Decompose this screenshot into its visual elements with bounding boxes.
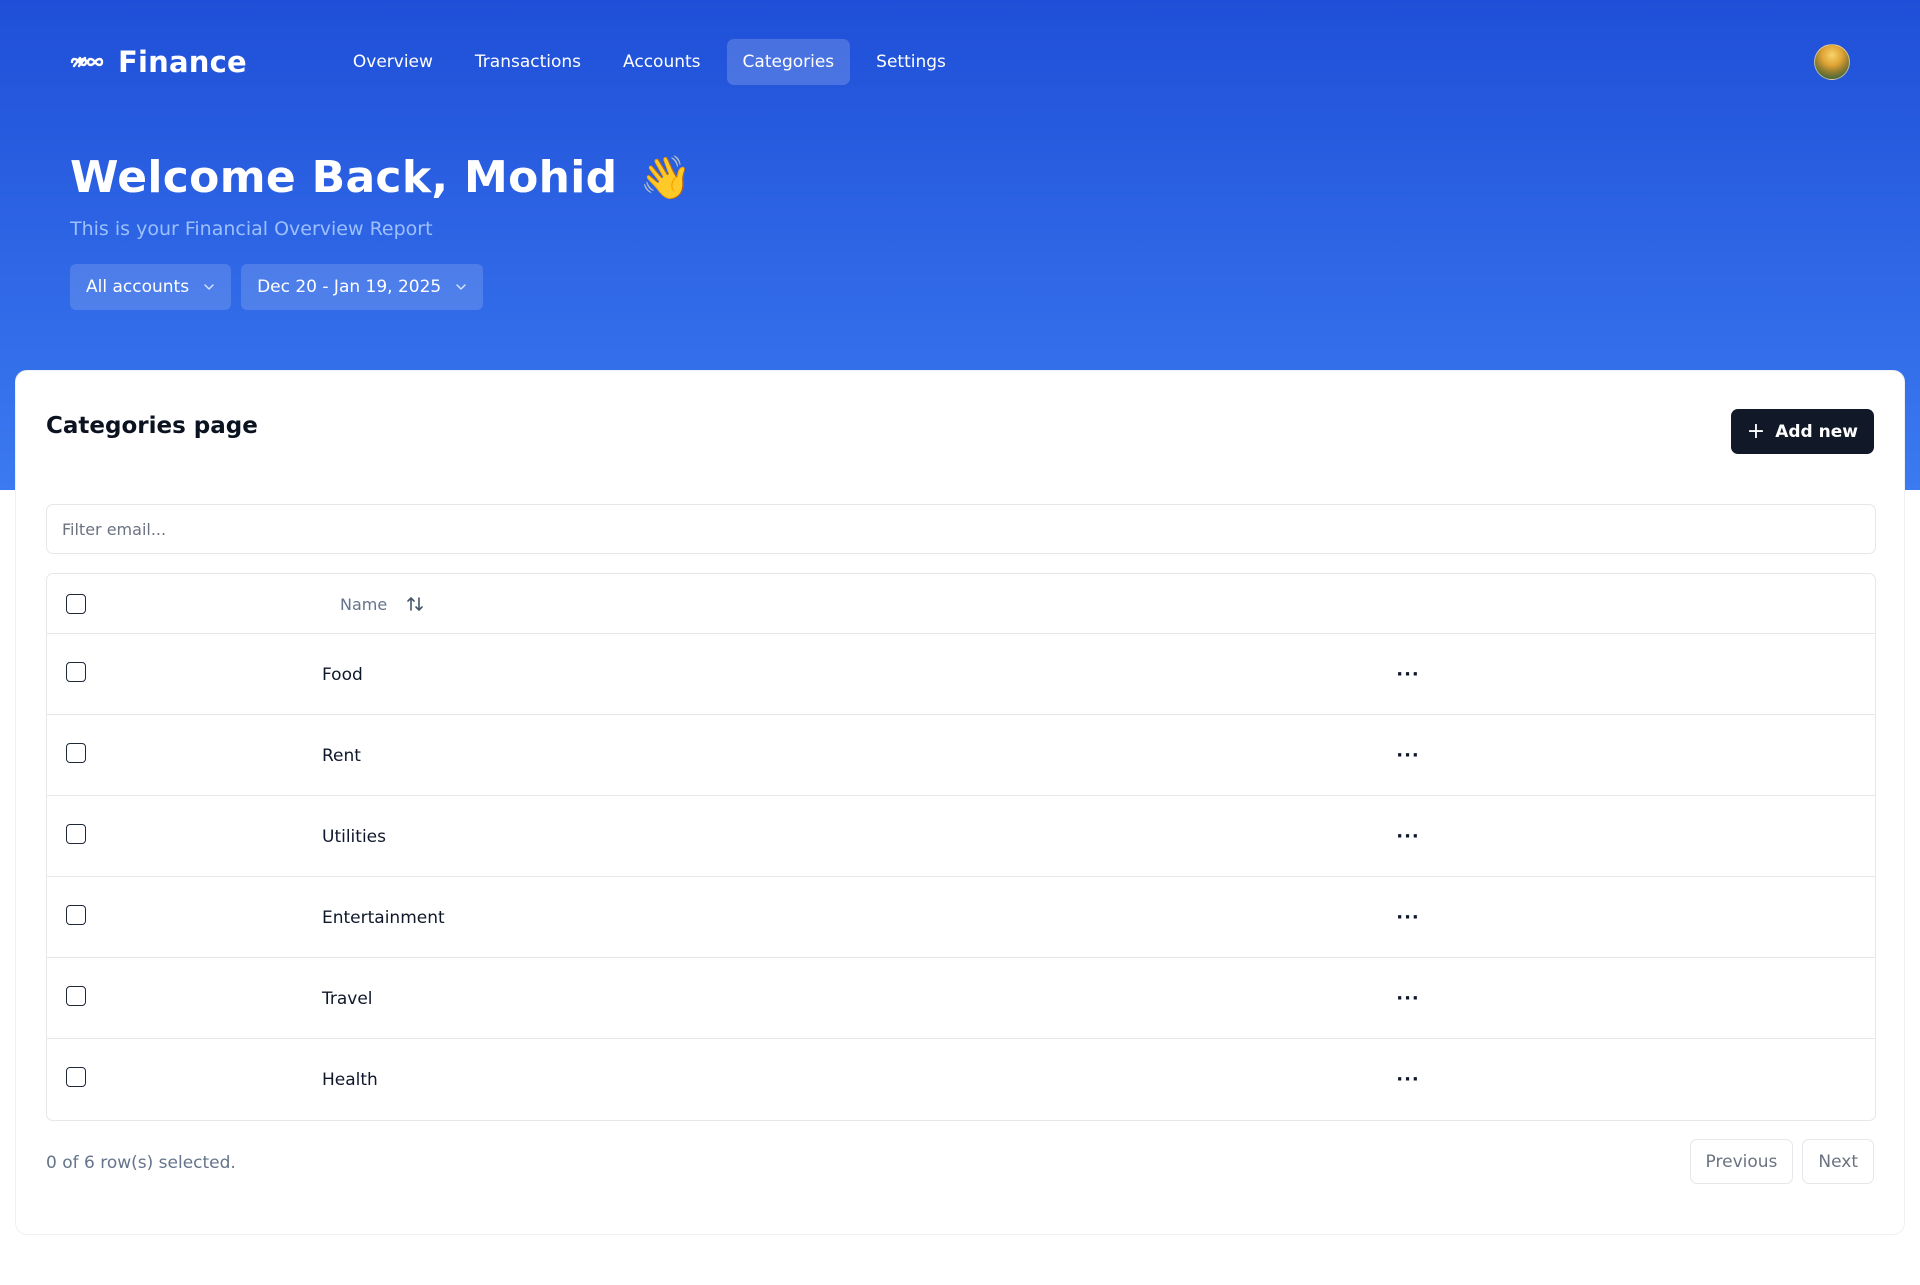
header-filters: All accounts Dec 20 - Jan 19, 2025 xyxy=(70,264,484,310)
next-page-button[interactable]: Next xyxy=(1802,1139,1874,1184)
filter-input[interactable] xyxy=(46,504,1876,554)
table-row: Food ··· xyxy=(47,634,1875,715)
add-new-label: Add new xyxy=(1775,421,1858,442)
account-filter-select[interactable]: All accounts xyxy=(70,264,232,310)
more-horizontal-icon[interactable]: ··· xyxy=(1393,903,1423,931)
categories-table: Name Food ··· Rent ··· Utilities ··· Ent… xyxy=(46,573,1876,1121)
main-nav: Overview Transactions Accounts Categorie… xyxy=(337,39,962,85)
row-checkbox[interactable] xyxy=(66,1067,86,1087)
user-avatar[interactable] xyxy=(1814,44,1850,80)
selection-status: 0 of 6 row(s) selected. xyxy=(46,1153,236,1173)
more-horizontal-icon[interactable]: ··· xyxy=(1393,984,1423,1012)
row-checkbox[interactable] xyxy=(66,824,86,844)
table-row: Health ··· xyxy=(47,1039,1875,1120)
category-name: Health xyxy=(322,1069,378,1090)
card-title: Categories page xyxy=(46,413,258,439)
row-checkbox[interactable] xyxy=(66,662,86,682)
account-filter-label: All accounts xyxy=(86,277,190,297)
chevron-down-icon xyxy=(204,284,214,290)
date-range-label: Dec 20 - Jan 19, 2025 xyxy=(257,277,442,297)
chevron-down-icon xyxy=(456,284,466,290)
row-checkbox[interactable] xyxy=(66,986,86,1006)
logo[interactable]: Finance xyxy=(70,45,247,79)
table-row: Rent ··· xyxy=(47,715,1875,796)
top-navigation-bar: Finance Overview Transactions Accounts C… xyxy=(70,38,1850,86)
category-name: Food xyxy=(322,664,363,685)
waving-hand-icon: 👋 xyxy=(639,152,692,202)
name-column-header[interactable]: Name xyxy=(340,574,425,634)
more-horizontal-icon[interactable]: ··· xyxy=(1393,741,1423,769)
page-title: Welcome Back, Mohid xyxy=(70,152,618,203)
nav-item-categories[interactable]: Categories xyxy=(726,39,851,85)
table-header: Name xyxy=(47,574,1875,634)
row-checkbox[interactable] xyxy=(66,743,86,763)
date-range-select[interactable]: Dec 20 - Jan 19, 2025 xyxy=(241,264,484,310)
name-header-label: Name xyxy=(340,594,388,614)
category-name: Travel xyxy=(322,988,373,1009)
pagination: Previous Next xyxy=(1689,1139,1874,1184)
nav-item-overview[interactable]: Overview xyxy=(337,39,449,85)
more-horizontal-icon[interactable]: ··· xyxy=(1393,660,1423,688)
row-checkbox[interactable] xyxy=(66,905,86,925)
category-name: Entertainment xyxy=(322,907,445,928)
nav-item-transactions[interactable]: Transactions xyxy=(459,39,597,85)
page-subtitle: This is your Financial Overview Report xyxy=(70,218,433,240)
table-row: Utilities ··· xyxy=(47,796,1875,877)
add-new-button[interactable]: + Add new xyxy=(1730,409,1874,454)
app-name: Finance xyxy=(118,45,247,79)
more-horizontal-icon[interactable]: ··· xyxy=(1393,1065,1423,1093)
category-name: Rent xyxy=(322,745,361,766)
select-all-checkbox[interactable] xyxy=(66,594,86,614)
plus-icon: + xyxy=(1746,418,1766,444)
table-row: Entertainment ··· xyxy=(47,877,1875,958)
category-name: Utilities xyxy=(322,826,386,847)
nav-item-accounts[interactable]: Accounts xyxy=(607,39,717,85)
nav-item-settings[interactable]: Settings xyxy=(860,39,962,85)
previous-page-button[interactable]: Previous xyxy=(1689,1139,1794,1184)
categories-card: Categories page + Add new Name Food ··· … xyxy=(15,370,1905,1235)
sort-arrows-icon xyxy=(407,597,424,611)
table-row: Travel ··· xyxy=(47,958,1875,1039)
infinity-link-icon xyxy=(70,56,104,68)
greeting: Welcome Back, Mohid 👋 xyxy=(70,152,692,203)
more-horizontal-icon[interactable]: ··· xyxy=(1393,822,1423,850)
